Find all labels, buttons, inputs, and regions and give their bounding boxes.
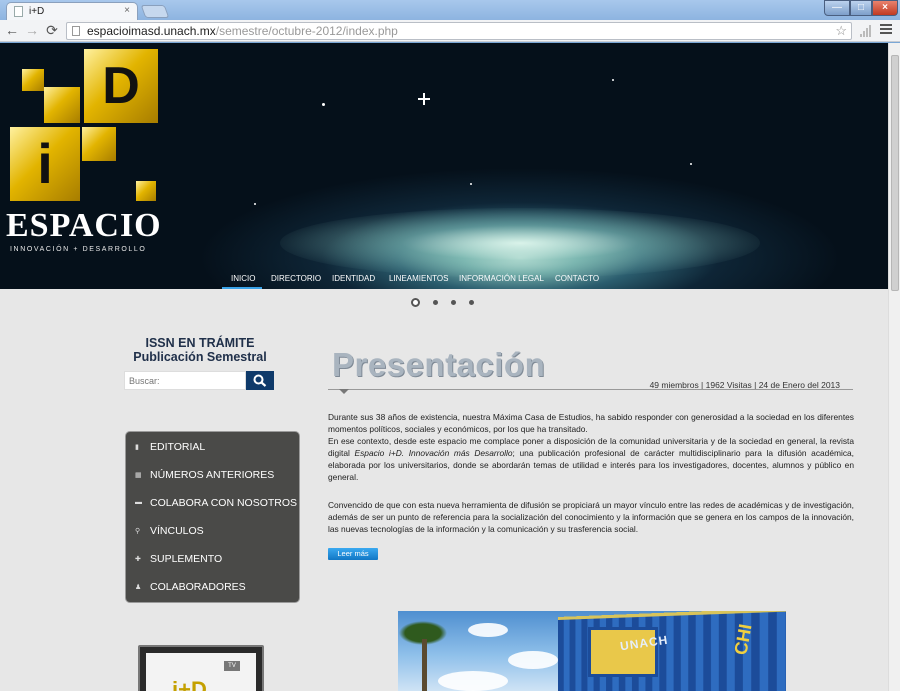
page-icon [72,26,80,36]
tv-screen: i+D TV [146,653,256,691]
bookmark-star-icon[interactable]: ☆ [835,23,847,39]
reload-button[interactable]: ⟳ [44,22,60,38]
intro-paragraph: Durante sus 38 años de existencia, nuest… [328,412,854,435]
browser-toolbar: ← → ⟳ espacioimasd.unach.mx/semestre/oct… [0,20,900,42]
slider-dot[interactable] [451,300,456,305]
sidebar-item-suplemento[interactable]: ✚ SUPLEMENTO [126,545,301,573]
url-domain: espacioimasd.unach.mx [87,24,216,38]
page-icon [14,6,23,17]
logo-wordmark: ESPACIO [6,207,162,244]
menu-icon[interactable] [880,24,892,36]
slider-dots [411,298,481,308]
url-text: espacioimasd.unach.mx/semestre/octubre-2… [87,23,398,39]
sidebar-item-label: SUPLEMENTO [150,553,223,565]
nav-inicio[interactable]: INICIO [231,274,255,283]
stack-icon: ▦ [135,472,142,479]
email-icon: ▬ [135,499,142,506]
page-title: Presentación [332,346,546,383]
nav-identidad[interactable]: IDENTIDAD [332,274,375,283]
page-viewport: D i ESPACIO INNOVACIÓN + DESARROLLO INIC… [0,43,888,691]
slider-dot[interactable] [411,298,420,307]
link-icon: ⚲ [135,528,141,535]
site-logo[interactable]: D i ESPACIO INNOVACIÓN + DESARROLLO [4,47,161,255]
nav-lineamientos[interactable]: LINEAMIENTOS [389,274,448,283]
tv-badge: TV [224,661,240,671]
star [690,163,692,165]
sidebar-item-label: COLABORA CON NOSOTROS [150,497,298,509]
publication-frequency: Publicación Semestral [133,350,267,364]
logo-letter-d: D [102,57,140,115]
browser-tab[interactable]: i+D × [6,2,138,20]
read-more-button[interactable]: Leer más [328,548,378,560]
logo-letter-i: i [37,132,53,195]
star [612,79,614,81]
sidebar-item-label: NÚMEROS ANTERIORES [150,469,275,481]
window-titlebar: i+D × — □ × [0,0,900,20]
issn-line: ISSN EN TRÁMITE [145,336,255,350]
logo-square [136,181,156,201]
sidebar-item-numeros-anteriores[interactable]: ▦ NÚMEROS ANTERIORES [126,461,301,489]
person-icon: ♟ [135,584,142,591]
university-photo: UNACH CHI [398,611,786,691]
star [470,183,472,185]
cloud [508,651,558,669]
slider-dot[interactable] [433,300,438,305]
forward-button[interactable]: → [24,22,40,38]
logo-square [82,127,116,161]
sidebar-item-colaboradores[interactable]: ♟ COLABORADORES [126,573,301,601]
logo-tagline: INNOVACIÓN + DESARROLLO [10,246,147,253]
slider-dot[interactable] [469,300,474,305]
sidebar-item-label: VÍNCULOS [150,525,204,537]
bright-star [418,93,430,105]
maximize-button[interactable]: □ [850,0,872,16]
tab-title: i+D [29,6,45,17]
header-banner: D i ESPACIO INNOVACIÓN + DESARROLLO INIC… [0,43,888,289]
vertical-scrollbar[interactable] [888,43,900,691]
magazine-name: Espacio i+D. Innovación más Desarrollo [354,448,513,459]
palm-tree [398,611,458,691]
logo-square [44,87,80,123]
document-icon: ▮ [135,444,139,451]
star [322,103,325,106]
minimize-button[interactable]: — [824,0,850,16]
issn-heading: ISSN EN TRÁMITE Publicación Semestral [120,336,280,364]
search-input[interactable] [124,371,246,390]
sidebar-item-colabora[interactable]: ▬ COLABORA CON NOSOTROS [126,489,301,517]
galaxy-glow [280,208,760,278]
sidebar-item-vinculos[interactable]: ⚲ VÍNCULOS [126,517,301,545]
url-path: /semestre/octubre-2012/index.php [215,24,398,38]
signal-icon [860,25,872,37]
tab-close-icon[interactable]: × [124,5,130,16]
context-paragraph: En ese contexto, desde este espacio me c… [328,435,854,483]
new-tab-button[interactable] [140,5,170,18]
nav-contacto[interactable]: CONTACTO [555,274,599,283]
back-button[interactable]: ← [4,22,20,38]
cloud [468,623,508,637]
title-arrow-icon [339,389,349,394]
title-divider [328,389,853,390]
tv-logo-text: i+D [172,677,207,691]
sidebar-item-label: COLABORADORES [150,581,246,593]
search-icon [253,374,267,387]
palm-trunk [422,639,427,691]
search-button[interactable] [246,371,274,390]
address-bar[interactable]: espacioimasd.unach.mx/semestre/octubre-2… [66,22,852,40]
close-window-button[interactable]: × [872,0,898,16]
scrollbar-thumb[interactable] [891,55,899,291]
nav-active-indicator [222,287,262,289]
plus-icon: ✚ [135,556,141,563]
closing-paragraph: Convencido de que con esta nueva herrami… [328,500,854,535]
star [254,203,256,205]
nav-directorio[interactable]: DIRECTORIO [271,274,321,283]
logo-square [22,69,44,91]
sidebar-menu: ▮ EDITORIAL ▦ NÚMEROS ANTERIORES ▬ COLAB… [125,431,300,603]
sidebar-item-editorial[interactable]: ▮ EDITORIAL [126,433,301,461]
nav-informacion-legal[interactable]: INFORMACIÓN LEGAL [459,274,544,283]
sidebar-item-label: EDITORIAL [150,441,206,453]
tv-banner[interactable]: i+D TV [138,645,264,691]
